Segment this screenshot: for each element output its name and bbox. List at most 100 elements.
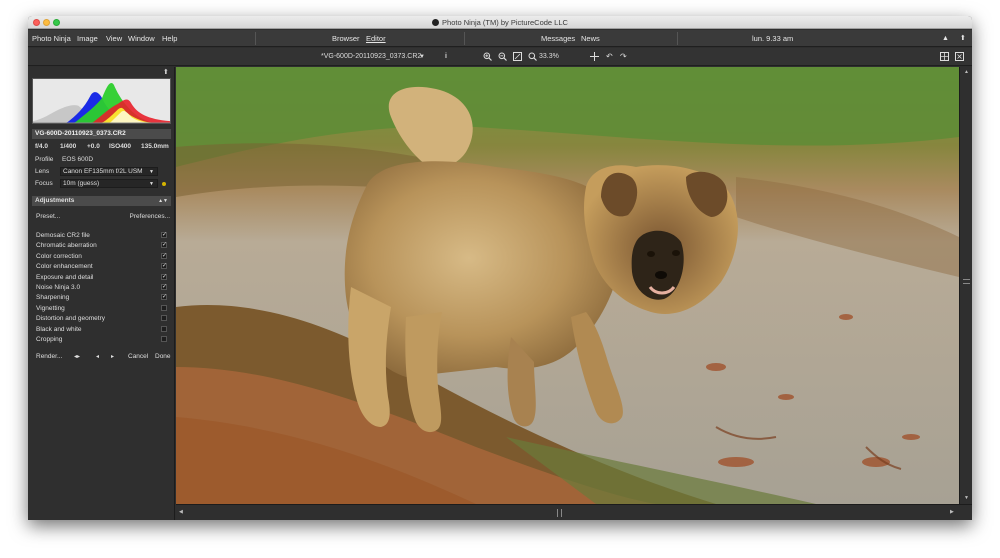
adjustment-item[interactable]: Distortion and geometry (36, 314, 167, 323)
panel-pin-icon[interactable]: ⬆ (163, 68, 169, 76)
title-bar: Photo Ninja (TM) by PictureCode LLC (28, 16, 972, 29)
move-icon[interactable] (590, 52, 599, 61)
horizontal-scrollbar[interactable]: ◀ ▶ (176, 504, 972, 520)
adjustment-checkbox[interactable] (161, 231, 167, 240)
adjustment-item[interactable]: Chromatic aberration (36, 241, 167, 250)
vertical-scrollbar[interactable]: ▲ ▼ (959, 67, 972, 504)
adjustment-checkbox[interactable] (161, 336, 167, 342)
rotate-right-icon[interactable]: ↷ (620, 48, 627, 66)
adjustment-label: Chromatic aberration (36, 242, 97, 250)
done-button[interactable]: Done (155, 353, 171, 360)
zoom-in-icon[interactable] (483, 52, 492, 61)
scroll-down-icon[interactable]: ▼ (964, 495, 969, 501)
adjustment-checkbox[interactable] (161, 273, 167, 282)
adjustment-label: Exposure and detail (36, 273, 94, 281)
adjustment-label: Demosaic CR2 file (36, 232, 90, 239)
adjustment-checkbox[interactable] (161, 252, 167, 261)
histogram (32, 78, 171, 124)
focus-label: Focus (35, 180, 53, 187)
menu-separator (677, 32, 678, 45)
chevron-down-icon: ▼ (149, 181, 154, 187)
adjustment-item[interactable]: Noise Ninja 3.0 (36, 283, 167, 292)
pin-icon[interactable]: ⬆ (960, 30, 966, 47)
menu-help[interactable]: Help (162, 30, 177, 47)
adjustment-item[interactable]: Cropping (36, 335, 167, 344)
tab-editor[interactable]: Editor (366, 30, 386, 47)
tab-browser[interactable]: Browser (332, 30, 360, 47)
menu-image[interactable]: Image (77, 30, 98, 47)
tab-messages[interactable]: Messages (541, 30, 575, 47)
next-icon[interactable]: ▸ (111, 353, 114, 360)
scroll-left-icon[interactable]: ◀ (179, 509, 183, 515)
menu-separator (255, 32, 256, 45)
adjustment-item[interactable]: Sharpening (36, 293, 167, 302)
window-title-wrap: Photo Ninja (TM) by PictureCode LLC (28, 16, 972, 29)
compare-icon[interactable]: ◂▸ (74, 353, 80, 360)
file-selector[interactable]: *VG-600D-20110923_0373.CR2 (321, 48, 421, 66)
vertical-scroll-thumb[interactable] (963, 279, 970, 284)
lens-value: Canon EF135mm f/2L USM (63, 168, 143, 175)
render-button[interactable]: Render... (36, 353, 62, 360)
menu-photo-ninja[interactable]: Photo Ninja (32, 30, 71, 47)
adjustments-header[interactable]: Adjustments ▲▼ (32, 196, 171, 206)
adjustment-item[interactable]: Exposure and detail (36, 273, 167, 282)
scroll-right-icon[interactable]: ▶ (950, 509, 954, 515)
adjustment-label: Vignetting (36, 304, 65, 312)
adjustment-checkbox[interactable] (161, 325, 167, 332)
lens-label: Lens (35, 168, 50, 175)
info-icon[interactable]: i (445, 48, 447, 66)
adjustment-label: Noise Ninja 3.0 (36, 284, 81, 291)
scroll-up-icon[interactable]: ▲ (964, 69, 969, 75)
fit-to-window-icon[interactable] (513, 52, 522, 61)
menu-view[interactable]: View (106, 30, 122, 47)
shutter-value: 1/400 (60, 143, 77, 150)
focal-length-value: 135.0mm (141, 143, 169, 150)
adjustments-title: Adjustments (35, 197, 75, 204)
adjustment-label: Black and white (36, 325, 82, 333)
app-window: Photo Ninja (TM) by PictureCode LLC Phot… (28, 16, 972, 520)
adjustment-label: Color enhancement (36, 263, 93, 271)
adjustment-checkbox[interactable] (161, 241, 167, 250)
adjustment-label: Distortion and geometry (36, 315, 106, 323)
file-name-header: VG-600D-20110923_0373.CR2 (32, 129, 171, 139)
adjustment-checkbox[interactable] (161, 283, 167, 292)
focus-dropdown[interactable]: 10m (guess) ▼ (60, 179, 158, 188)
adjustment-item[interactable]: Color enhancement (36, 262, 167, 271)
cancel-button[interactable]: Cancel (128, 353, 148, 360)
menu-window[interactable]: Window (128, 30, 155, 47)
adjustment-item[interactable]: Vignetting (36, 304, 167, 313)
adjustment-item[interactable]: Color correction (36, 252, 167, 261)
adjustment-label: Sharpening (36, 294, 70, 302)
adjustment-item[interactable]: Demosaic CR2 file (36, 231, 167, 240)
window-title: Photo Ninja (TM) by PictureCode LLC (442, 18, 568, 27)
zoom-actual-icon[interactable] (528, 52, 537, 61)
adjustment-checkbox[interactable] (161, 262, 167, 271)
preferences-button[interactable]: Preferences... (130, 213, 170, 220)
left-panel: ⬆ VG-600D-20110923_0373.CR2 f/4.0 1/400 … (28, 67, 175, 520)
photo-canvas[interactable] (176, 67, 959, 504)
aperture-value: f/4.0 (35, 143, 49, 150)
adjustment-checkbox[interactable] (161, 304, 167, 311)
lens-dropdown[interactable]: Canon EF135mm f/2L USM ▼ (60, 167, 158, 176)
previous-icon[interactable]: ◂ (96, 353, 99, 360)
preset-button[interactable]: Preset... (36, 213, 60, 220)
image-toolbar: *VG-600D-20110923_0373.CR2 ▼ i 33.3% ↶ ↷ (28, 48, 972, 66)
adjustment-checkbox[interactable] (161, 315, 167, 322)
chevron-down-icon: ▼ (149, 169, 154, 175)
eject-icon[interactable]: ▲ (942, 30, 949, 47)
tab-news[interactable]: News (581, 30, 600, 47)
zoom-out-icon[interactable] (498, 52, 507, 61)
iso-value: ISO400 (109, 143, 132, 150)
stepper-arrows-icon[interactable]: ▲▼ (158, 196, 168, 206)
adjustment-checkbox[interactable] (161, 293, 167, 302)
horizontal-scroll-thumb[interactable] (557, 509, 562, 517)
layout-grid-icon[interactable] (940, 52, 949, 61)
menu-separator (464, 32, 465, 45)
profile-value: EOS 600D (62, 156, 94, 163)
focus-value: 10m (guess) (63, 180, 100, 187)
adjustment-item[interactable]: Black and white (36, 325, 167, 334)
rotate-left-icon[interactable]: ↶ (606, 48, 613, 66)
close-view-icon[interactable] (955, 52, 964, 61)
exposure-comp-value: +0.0 (87, 143, 100, 150)
chevron-down-icon[interactable]: ▼ (419, 48, 425, 66)
